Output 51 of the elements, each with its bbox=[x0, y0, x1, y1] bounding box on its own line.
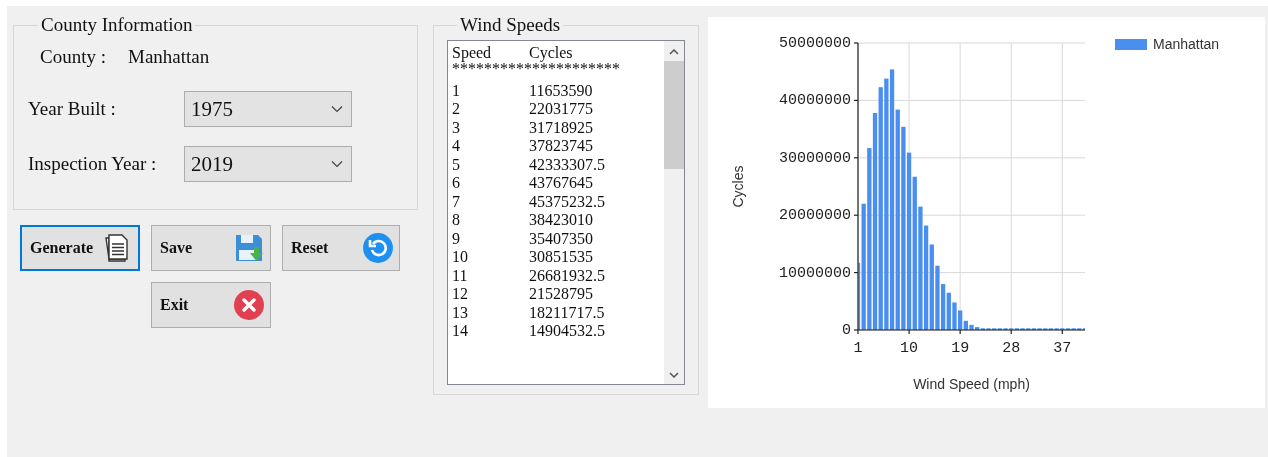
x-tick-label: 1 bbox=[853, 340, 863, 357]
list-cell: 14904532.5 bbox=[529, 322, 605, 341]
list-cell: 11653590 bbox=[529, 81, 593, 100]
list-cell-text: 10 bbox=[452, 248, 469, 267]
list-cell-text: 4 bbox=[452, 137, 461, 156]
x-tick-label: 28 bbox=[1002, 340, 1021, 357]
list-cell-text: 11 bbox=[452, 266, 469, 285]
group-title: Wind Speeds bbox=[459, 14, 562, 36]
list-cell-text: 9 bbox=[452, 229, 461, 248]
y-tick-label: 30000000 bbox=[779, 149, 851, 167]
list-cell: 21528795 bbox=[529, 285, 593, 304]
list-cell: 18211717.5 bbox=[529, 303, 605, 322]
list-cell: 37823745 bbox=[529, 137, 593, 156]
x-tick-label: 37 bbox=[1053, 340, 1072, 357]
list-cell-text: 7 bbox=[452, 192, 461, 211]
list-cell: 42333307.5 bbox=[529, 155, 605, 174]
y-axis-label: Cycles bbox=[730, 165, 746, 208]
list-cell-text: 3 bbox=[452, 118, 461, 137]
field-label: Year Built : bbox=[28, 98, 117, 120]
y-tick-label: 20000000 bbox=[779, 207, 851, 225]
list-cell-text: 12 bbox=[452, 285, 469, 304]
column-header: Cycles bbox=[529, 44, 573, 63]
separator-line: ********************* bbox=[452, 62, 621, 74]
county-label: County : bbox=[40, 46, 106, 68]
field-label: Inspection Year : bbox=[28, 153, 158, 175]
y-tick-label: 40000000 bbox=[779, 92, 851, 110]
list-cell: 26681932.5 bbox=[529, 266, 605, 285]
list-cell: 38423010 bbox=[529, 211, 593, 230]
y-tick-label: 50000000 bbox=[779, 35, 851, 52]
list-cell: 43767645 bbox=[529, 174, 593, 193]
legend-label: Manhattan bbox=[1153, 36, 1220, 52]
list-cell: 45375232.5 bbox=[529, 192, 605, 211]
x-axis-label: Wind Speed (mph) bbox=[913, 376, 1030, 392]
list-cell-text: 5 bbox=[452, 155, 461, 174]
x-tick-label: 10 bbox=[900, 340, 919, 357]
list-cell: 22031775 bbox=[529, 100, 593, 119]
x-tick-label: 19 bbox=[951, 340, 970, 357]
column-header: Speed bbox=[452, 44, 493, 63]
list-cell-text: 13 bbox=[452, 303, 469, 322]
list-cell: 35407350 bbox=[529, 229, 593, 248]
list-cell-text: 6 bbox=[452, 174, 461, 193]
county-value: Manhattan bbox=[128, 46, 210, 68]
group-title: County Information bbox=[40, 14, 194, 36]
list-cell: 31718925 bbox=[529, 118, 593, 137]
y-tick-label: 0 bbox=[842, 322, 851, 339]
list-cell-text: 14 bbox=[452, 322, 469, 341]
y-tick-label: 10000000 bbox=[779, 264, 851, 282]
list-cell-text: 8 bbox=[452, 211, 461, 230]
list-cell: 30851535 bbox=[529, 248, 593, 267]
list-cell-text: 2 bbox=[452, 100, 461, 119]
list-cell-text: 1 bbox=[452, 81, 461, 100]
